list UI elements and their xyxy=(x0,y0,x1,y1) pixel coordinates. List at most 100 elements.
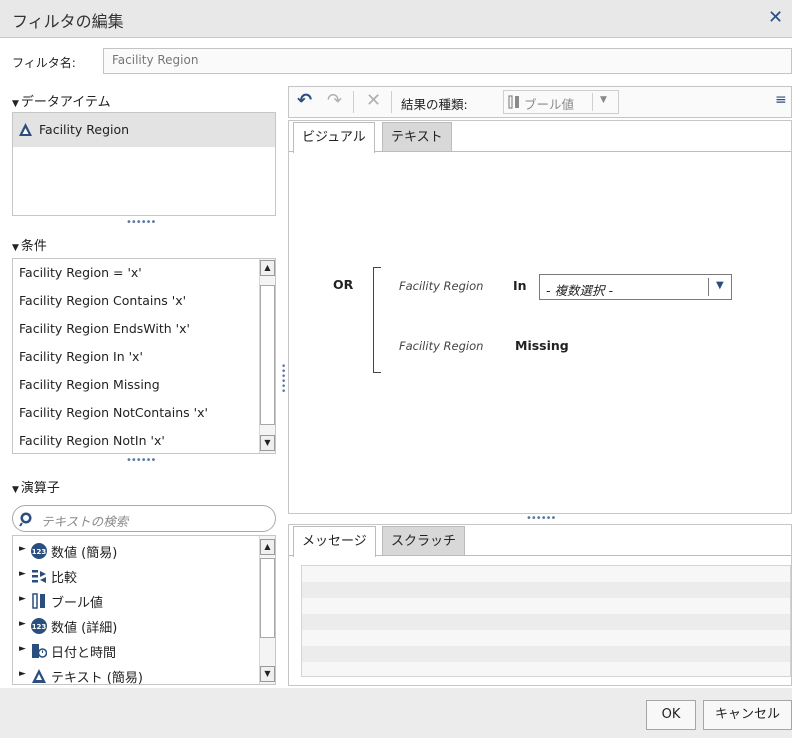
list-item[interactable]: Facility Region Contains 'x' xyxy=(13,287,259,315)
tree-item[interactable]: ► 123 数値 (簡易) xyxy=(19,540,254,564)
expand-arrow-icon: ► xyxy=(19,619,26,629)
compare-icon xyxy=(32,570,46,583)
ok-button[interactable]: OK xyxy=(646,700,696,730)
collapse-triangle-icon: ▼ xyxy=(12,243,19,253)
messages-area[interactable] xyxy=(301,565,791,677)
tab-scratch[interactable]: スクラッチ xyxy=(382,526,466,556)
list-item[interactable]: Facility Region Missing xyxy=(13,371,259,399)
undo-icon[interactable]: ↶ xyxy=(297,90,312,111)
result-type-label: 結果の種類: xyxy=(401,97,468,112)
data-items-list: Facility Region xyxy=(12,112,276,216)
list-item[interactable]: Facility Region = 'x' xyxy=(13,259,259,287)
tree-item-label: 比較 xyxy=(51,571,78,586)
expand-arrow-icon: ► xyxy=(19,644,26,654)
data-items-header-label: データアイテム xyxy=(20,95,111,110)
condition-field[interactable]: Facility Region xyxy=(399,339,483,353)
scroll-thumb[interactable] xyxy=(260,558,275,638)
logical-operator[interactable]: OR xyxy=(333,277,353,292)
expand-arrow-icon: ► xyxy=(19,669,26,679)
menu-icon[interactable]: ≡ xyxy=(775,92,787,108)
tree-item[interactable]: ► ブール値 xyxy=(19,590,254,614)
numeric-123-icon: 123 xyxy=(31,618,47,634)
list-item[interactable]: Facility Region NotContains 'x' xyxy=(13,399,259,427)
list-item[interactable]: Facility Region NotIn 'x' xyxy=(13,427,259,455)
scroll-thumb[interactable] xyxy=(260,285,275,425)
tree-item-label: 数値 (簡易) xyxy=(51,546,118,561)
operators-header-label: 演算子 xyxy=(20,481,60,496)
calendar-icon xyxy=(32,644,47,658)
dialog-titlebar: フィルタの編集 ✕ xyxy=(0,0,792,38)
tab-text[interactable]: テキスト xyxy=(382,122,452,152)
search-input[interactable]: テキストの検索 xyxy=(12,505,276,532)
operators-header[interactable]: ▼ 演算子 xyxy=(12,477,60,496)
conditions-list: Facility Region = 'x' Facility Region Co… xyxy=(12,258,276,454)
splitter-grip-icon[interactable]: • • • • • • xyxy=(281,363,286,397)
resize-handle-icon[interactable]: •••••• xyxy=(126,455,156,466)
list-item[interactable]: Facility Region xyxy=(13,113,275,147)
data-item-label: Facility Region xyxy=(39,122,130,137)
tree-item[interactable]: ► 日付と時間 xyxy=(19,640,254,664)
dialog-title: フィルタの編集 xyxy=(12,12,124,31)
toolbar-separator xyxy=(353,91,354,113)
messages-pane: メッセージ スクラッチ xyxy=(288,524,792,686)
operators-scrollbar[interactable]: ▲ ▼ xyxy=(259,536,275,684)
multi-select-value: - 複数選択 - xyxy=(546,283,613,298)
category-triangle-icon xyxy=(19,123,32,136)
tree-item-label: 日付と時間 xyxy=(51,646,117,661)
toolbar-separator xyxy=(391,91,392,113)
boolean-icon xyxy=(32,593,45,609)
chevron-down-icon: ▼ xyxy=(716,280,724,291)
filter-name-label: フィルタ名: xyxy=(12,56,76,70)
conditions-scrollbar[interactable]: ▲ ▼ xyxy=(259,259,275,453)
tree-item[interactable]: ► 比較 xyxy=(19,565,254,589)
collapse-triangle-icon: ▼ xyxy=(12,485,19,495)
chevron-down-icon: ▼ xyxy=(600,95,607,105)
scroll-up-icon[interactable]: ▲ xyxy=(260,260,275,276)
list-item[interactable]: Facility Region In 'x' xyxy=(13,343,259,371)
search-icon xyxy=(19,512,32,527)
expand-arrow-icon: ► xyxy=(19,594,26,604)
scroll-up-icon[interactable]: ▲ xyxy=(260,539,275,555)
editor-toolbar: ↶ ↷ ✕ 結果の種類: ブール値 ▼ ≡ xyxy=(288,86,792,118)
boolean-icon xyxy=(508,95,519,109)
close-icon[interactable]: ✕ xyxy=(768,7,783,28)
expression-bracket xyxy=(373,267,381,373)
condition-field[interactable]: Facility Region xyxy=(399,279,483,293)
tree-item[interactable]: ► 123 数値 (詳細) xyxy=(19,615,254,639)
conditions-header[interactable]: ▼ 条件 xyxy=(12,235,47,254)
expand-arrow-icon: ► xyxy=(19,544,26,554)
multi-select-dropdown[interactable]: - 複数選択 - ▼ xyxy=(539,274,732,300)
cancel-button[interactable]: キャンセル xyxy=(703,700,792,730)
scroll-down-icon[interactable]: ▼ xyxy=(260,666,275,682)
condition-operator[interactable]: Missing xyxy=(515,338,569,353)
tree-item-label: テキスト (簡易) xyxy=(51,671,143,685)
filter-name-input[interactable]: Facility Region xyxy=(103,48,792,74)
select-divider xyxy=(592,93,593,111)
editor-pane: ビジュアル テキスト OR Facility Region In - 複数選択 … xyxy=(288,120,792,514)
resize-handle-icon[interactable]: •••••• xyxy=(126,217,156,228)
result-type-select[interactable]: ブール値 ▼ xyxy=(503,90,619,114)
scroll-down-icon[interactable]: ▼ xyxy=(260,435,275,451)
conditions-header-label: 条件 xyxy=(20,239,47,254)
tree-item[interactable]: ► テキスト (簡易) xyxy=(19,665,254,685)
tree-item-label: ブール値 xyxy=(51,596,104,611)
collapse-triangle-icon: ▼ xyxy=(12,99,19,109)
dialog-footer: OK キャンセル xyxy=(0,688,792,738)
result-type-value: ブール値 xyxy=(524,97,575,112)
text-triangle-icon xyxy=(32,669,46,683)
tab-messages[interactable]: メッセージ xyxy=(293,526,376,557)
delete-icon[interactable]: ✕ xyxy=(366,90,381,111)
svg-text:123: 123 xyxy=(32,548,47,556)
resize-handle-icon[interactable]: •••••• xyxy=(526,513,556,524)
redo-icon[interactable]: ↷ xyxy=(327,90,342,111)
tab-visual[interactable]: ビジュアル xyxy=(293,122,375,153)
data-items-header[interactable]: ▼ データアイテム xyxy=(12,91,111,110)
list-item[interactable]: Facility Region EndsWith 'x' xyxy=(13,315,259,343)
numeric-123-icon: 123 xyxy=(31,543,47,559)
operators-tree: ► 123 数値 (簡易) ► 比較 ► ブール値 ► 123 数値 (詳細) … xyxy=(12,535,276,685)
condition-operator[interactable]: In xyxy=(513,278,527,293)
svg-text:123: 123 xyxy=(32,623,47,631)
tree-item-label: 数値 (詳細) xyxy=(51,621,118,636)
select-divider xyxy=(708,278,709,296)
expand-arrow-icon: ► xyxy=(19,569,26,579)
